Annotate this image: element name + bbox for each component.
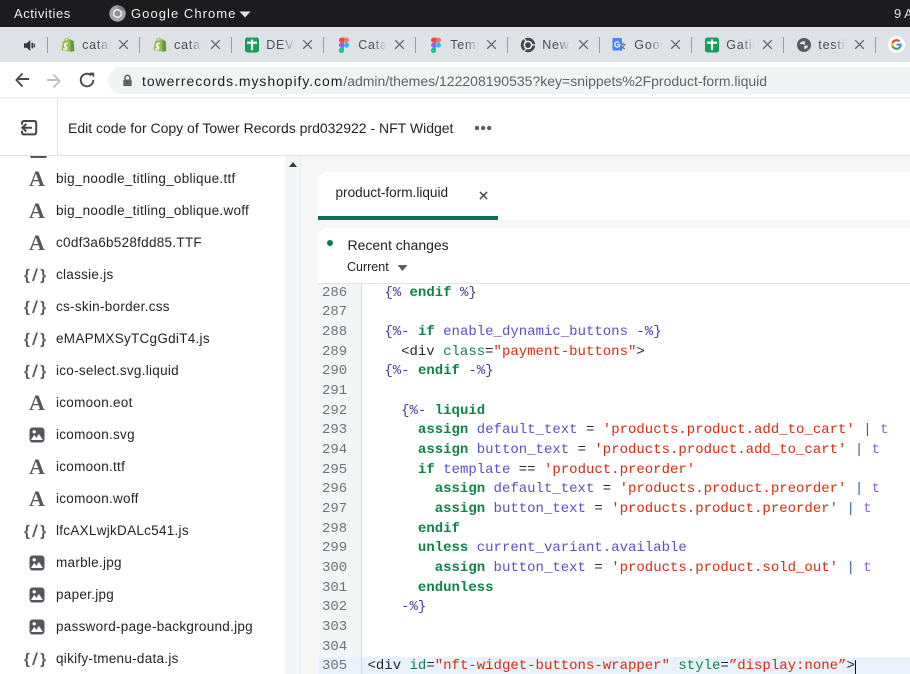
svg-text:{: { xyxy=(24,299,30,316)
svg-text:}: } xyxy=(40,523,46,540)
svg-text:}: } xyxy=(40,267,46,284)
svg-text:{: { xyxy=(24,363,30,380)
svg-text:{: { xyxy=(24,523,30,540)
svg-text:}: } xyxy=(40,299,46,316)
svg-text:}: } xyxy=(40,363,46,380)
svg-text:}: } xyxy=(40,331,46,348)
svg-text:{: { xyxy=(24,267,30,284)
svg-text:{: { xyxy=(24,651,30,668)
svg-text:{: { xyxy=(24,331,30,348)
svg-text:}: } xyxy=(40,651,46,668)
